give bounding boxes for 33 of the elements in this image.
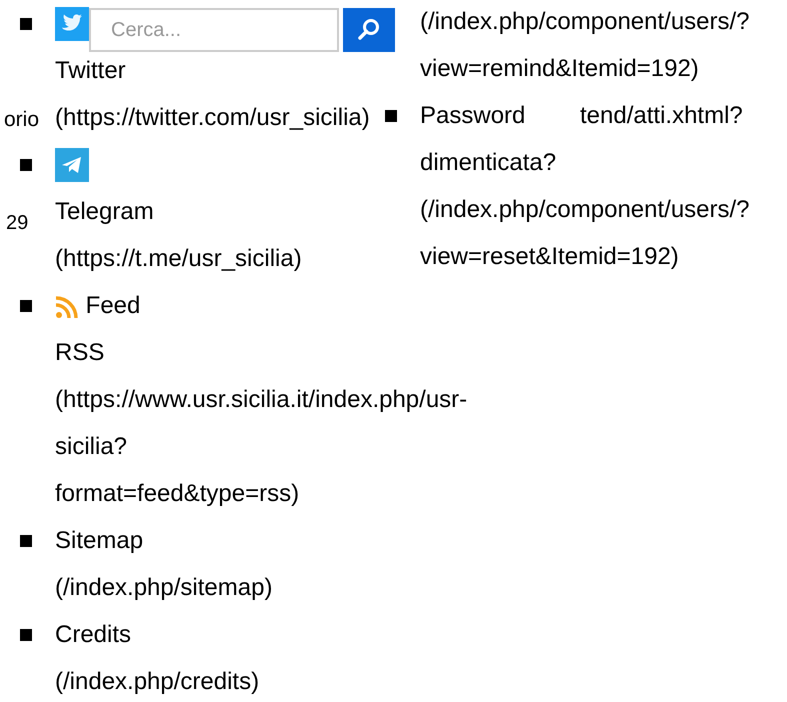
bullet-icon: [20, 18, 32, 30]
text-fragment: tend/atti.xhtml?: [580, 101, 743, 131]
bird-icon[interactable]: [55, 6, 89, 40]
link-text[interactable]: Telegram: [55, 198, 154, 225]
link-text[interactable]: Password: [420, 102, 526, 129]
bullet-icon: [20, 159, 32, 171]
link-text[interactable]: dimenticata?: [420, 149, 556, 176]
link-text[interactable]: (https://www.usr.sicilia.it/index.php/usr-: [55, 386, 468, 413]
search-button[interactable]: [343, 8, 395, 52]
link-text[interactable]: Credits: [55, 621, 132, 648]
link-text[interactable]: (/index.php/component/users/?: [420, 8, 750, 35]
link-text[interactable]: Twitter: [55, 57, 126, 84]
link-text[interactable]: view=reset&Itemid=192): [420, 243, 679, 270]
search-field[interactable]: Cerca...: [89, 8, 339, 52]
paper-plane-icon[interactable]: [55, 148, 89, 182]
bullet-icon: [20, 300, 32, 312]
bullet-icon: [20, 535, 32, 547]
link-text[interactable]: sicilia?: [55, 433, 128, 460]
text-fragment: 29: [6, 211, 28, 236]
link-text[interactable]: (/index.php/component/users/?: [420, 196, 750, 223]
search-icon: [356, 17, 382, 43]
link-text[interactable]: Sitemap: [55, 527, 144, 554]
link-text[interactable]: (/index.php/credits): [55, 668, 260, 695]
bullet-icon: [20, 629, 32, 641]
link-text[interactable]: (/index.php/sitemap): [55, 574, 272, 601]
link-text[interactable]: format=feed&type=rss): [55, 480, 300, 507]
rss-icon[interactable]: [55, 294, 79, 319]
link-text[interactable]: (https://t.me/usr_sicilia): [55, 245, 302, 272]
link-text[interactable]: view=remind&Itemid=192): [420, 55, 699, 82]
link-text[interactable]: Feed: [86, 292, 140, 319]
link-text[interactable]: RSS: [55, 339, 104, 366]
text-fragment: orio: [4, 107, 40, 133]
link-text[interactable]: (https://twitter.com/usr_sicilia): [55, 104, 370, 131]
